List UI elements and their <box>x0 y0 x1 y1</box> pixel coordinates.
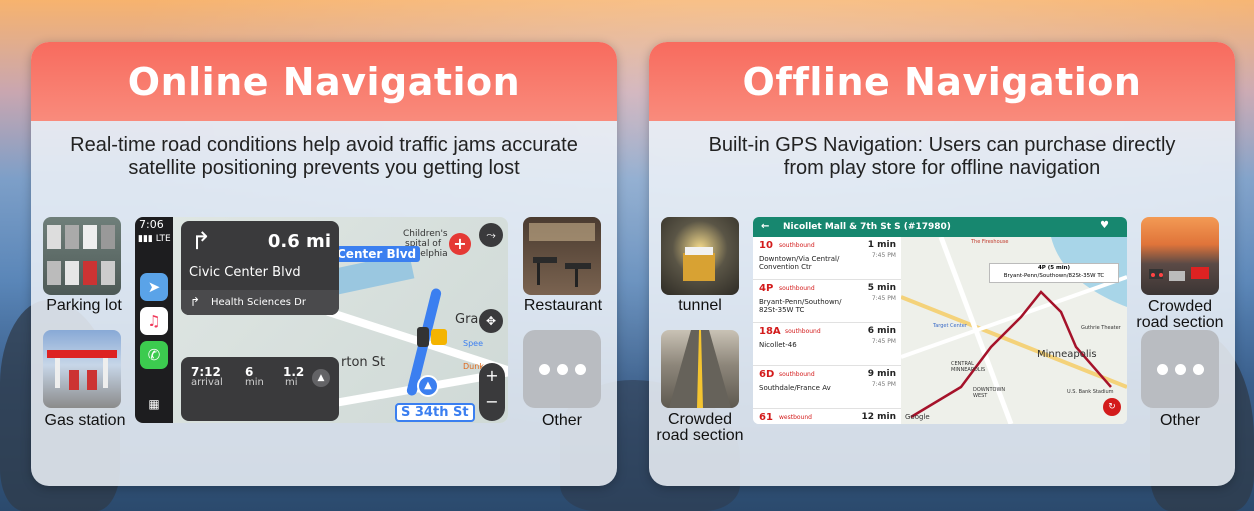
pan-button[interactable]: ✥ <box>479 309 503 333</box>
map-text-downtown-west: DOWNTOWN WEST <box>973 387 1006 399</box>
gas-station-image <box>47 350 117 390</box>
offline-navigation-header: Offline Navigation <box>649 42 1235 121</box>
stop-name: Nicollet Mall & 7th St S (#17980) <box>783 222 951 232</box>
other-label: Other <box>541 412 582 429</box>
map-text-minneapolis: Minneapolis <box>1037 349 1097 360</box>
arrivals-list: 10 southbound Downtown/Via Central/ Conv… <box>753 237 901 424</box>
online-navigation-panel: Online Navigation Real-time road conditi… <box>31 42 617 486</box>
crowded-road-label-right: Crowded road section <box>1136 298 1224 331</box>
offline-navigation-title: Offline Navigation <box>742 59 1142 104</box>
list-item[interactable]: 6D southbound Southdale/France Av 9 min … <box>753 366 901 409</box>
transit-header-bar: ← Nicollet Mall & 7th St S (#17980) ♥ <box>753 217 1127 237</box>
zoom-out-button[interactable]: − <box>479 389 505 415</box>
other-label: Other <box>1159 412 1200 429</box>
gas-station-thumb[interactable] <box>43 330 121 408</box>
hospital-icon: + <box>449 233 471 255</box>
map-text-central-minneapolis: CENTRAL MINNEAPOLIS <box>951 361 986 373</box>
map-text-guthrie-theater: Guthrie Theater <box>1081 325 1121 331</box>
phone-app-icon[interactable]: ✆ <box>140 341 168 369</box>
traffic-image <box>1149 267 1209 281</box>
maps-app-icon[interactable]: ➤ <box>140 273 168 301</box>
traffic-light-icon <box>417 327 429 347</box>
list-item[interactable]: 10 southbound Downtown/Via Central/ Conv… <box>753 237 901 280</box>
more-dot-icon <box>1192 363 1204 375</box>
road-image <box>669 330 731 408</box>
carplay-navigation-screen: 7:06 ▮▮▮ LTE ➤ ♫ ✆ ▦ ▲ Children's spital… <box>135 217 508 423</box>
parking-lot-thumb[interactable] <box>43 217 121 295</box>
speed-camera-icon <box>431 329 447 345</box>
list-item[interactable]: 18A southbound Nicollet-46 6 min 7:45 PM <box>753 323 901 366</box>
map-text-target-center: Target Center <box>933 323 967 329</box>
music-app-icon[interactable]: ♫ <box>140 307 168 335</box>
next-turn-icon: ↱ <box>190 295 201 309</box>
tunnel-image <box>683 247 715 281</box>
more-dot-icon <box>1156 363 1168 375</box>
zoom-in-button[interactable]: + <box>479 363 505 389</box>
other-tile[interactable] <box>1141 330 1219 408</box>
crowded-road-label-left: Crowded road section <box>656 411 744 444</box>
direction-card: ↱ 0.6 mi Civic Center Blvd ↱ Health Scie… <box>181 221 339 315</box>
carplay-sidebar: 7:06 ▮▮▮ LTE ➤ ♫ ✆ ▦ <box>135 217 173 423</box>
offline-navigation-panel: Offline Navigation Built-in GPS Navigati… <box>649 42 1235 486</box>
street-label-s-34th-st: S 34th St <box>395 403 475 422</box>
map-popup: 4P (5 min) Bryant-Penn/Southown/82St-35W… <box>989 263 1119 283</box>
map-text-spee: Spee <box>463 339 483 348</box>
map-text-us-bank-stadium: U.S. Bank Stadium <box>1067 389 1114 395</box>
eta-card[interactable]: 7:12 arrival 6 min 1.2 mi ▲ <box>181 357 339 421</box>
chevron-up-icon[interactable]: ▲ <box>312 369 330 387</box>
online-navigation-header: Online Navigation <box>31 42 617 121</box>
online-navigation-description: Real-time road conditions help avoid tra… <box>70 134 578 179</box>
map-text-gra: Gra <box>455 312 479 327</box>
parking-lot-label: Parking lot <box>46 297 122 314</box>
refresh-button[interactable]: ↻ <box>1103 398 1121 416</box>
offline-navigation-description: Built-in GPS Navigation: Users can purch… <box>708 134 1176 179</box>
status-signal: ▮▮▮ LTE <box>138 234 171 244</box>
tunnel-thumb[interactable] <box>661 217 739 295</box>
parking-lot-image <box>47 225 115 285</box>
gas-station-label: Gas station <box>44 412 126 429</box>
tunnel-label: tunnel <box>678 297 722 314</box>
restaurant-image <box>529 223 595 287</box>
restaurant-thumb[interactable] <box>523 217 601 295</box>
zoom-controls: + − <box>479 363 505 421</box>
more-dot-icon <box>574 363 586 375</box>
online-navigation-title: Online Navigation <box>127 59 521 104</box>
crowded-road-thumb-right[interactable] <box>1141 217 1219 295</box>
map-text-childrens: Children's <box>403 229 448 239</box>
status-time: 7:06 <box>139 218 164 231</box>
position-arrow-icon: ▲ <box>417 375 439 397</box>
turn-right-icon: ↱ <box>191 227 212 255</box>
eta-min-unit: min <box>245 377 264 388</box>
map-text-rton-st: rton St <box>341 355 386 370</box>
next-turn-road: Health Sciences Dr <box>211 297 306 308</box>
more-dot-icon <box>1174 363 1186 375</box>
map-text-firehouse: The Fireshouse <box>971 239 1009 245</box>
more-dot-icon <box>556 363 568 375</box>
turn-road-name: Civic Center Blvd <box>189 265 301 280</box>
next-turn: ↱ Health Sciences Dr <box>181 290 339 315</box>
more-dot-icon <box>538 363 550 375</box>
route-options-button[interactable]: ⤳ <box>479 223 503 247</box>
favorite-heart-icon[interactable]: ♥ <box>1100 220 1109 231</box>
list-item[interactable]: 4P southbound Bryant-Penn/Southown/ 82St… <box>753 280 901 323</box>
restaurant-label: Restaurant <box>523 297 603 314</box>
turn-distance: 0.6 mi <box>267 231 331 252</box>
crowded-road-thumb-left[interactable] <box>661 330 739 408</box>
app-grid-icon[interactable]: ▦ <box>140 393 168 415</box>
eta-distance-unit: mi <box>285 377 298 388</box>
other-tile[interactable] <box>523 330 601 408</box>
map-google-watermark: Google <box>905 413 930 421</box>
offline-map[interactable]: 4P (5 min) Bryant-Penn/Southown/82St-35W… <box>901 237 1127 424</box>
back-arrow-icon[interactable]: ← <box>761 221 769 232</box>
list-item[interactable]: 61 westbound 12 min <box>753 409 901 424</box>
street-label-center-blvd: Center Blvd <box>333 246 421 262</box>
eta-arrival-unit: arrival <box>191 377 223 388</box>
transit-app-screen: ← Nicollet Mall & 7th St S (#17980) ♥ 10… <box>753 217 1127 424</box>
